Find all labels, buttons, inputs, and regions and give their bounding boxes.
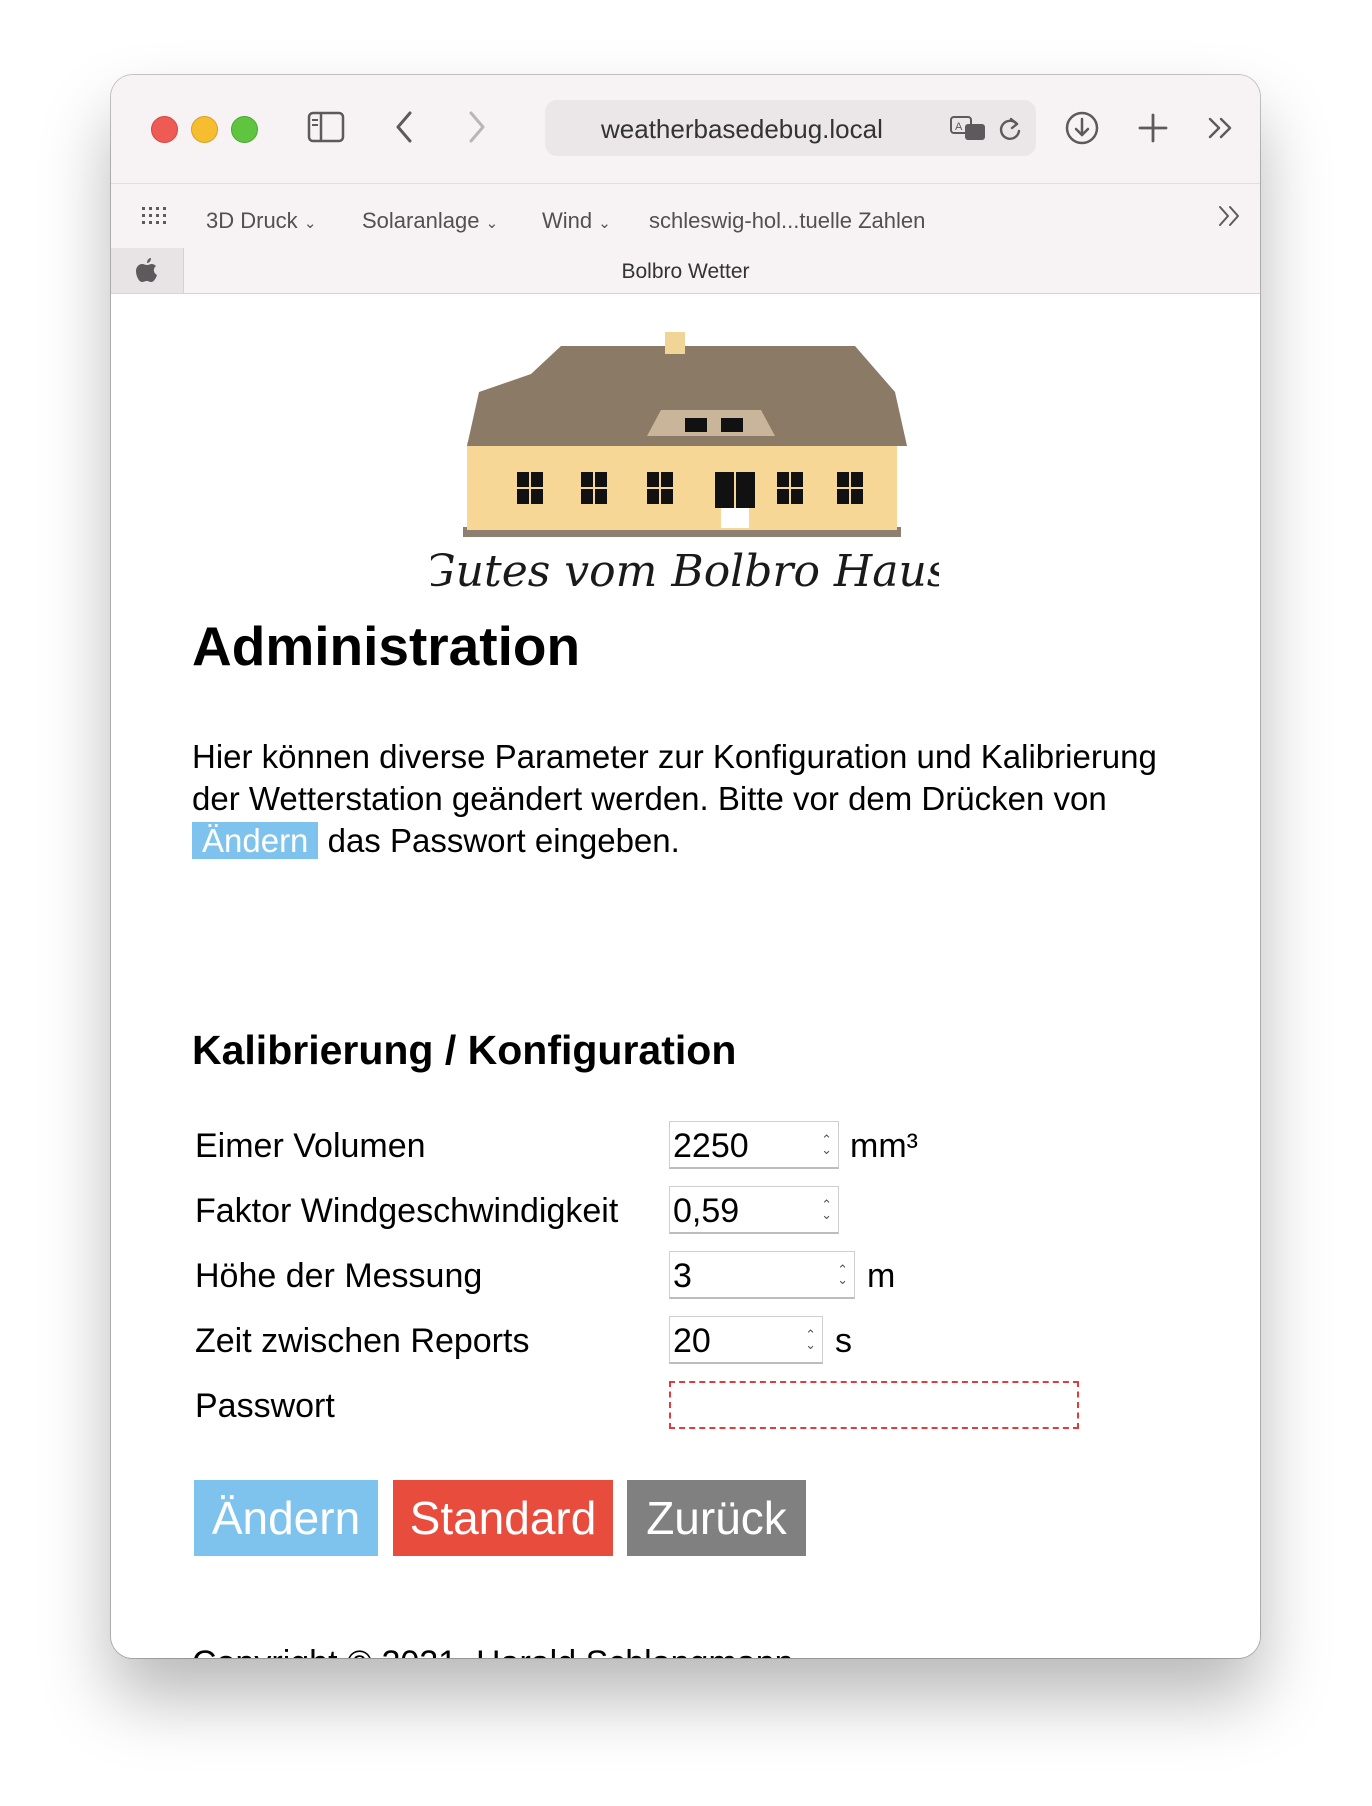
more-chevron-icon[interactable] bbox=[1207, 116, 1235, 140]
zuruck-button[interactable]: Zurück bbox=[627, 1480, 806, 1556]
favorite-schleswig-holstein[interactable]: schleswig-hol...tuelle Zahlen bbox=[649, 208, 925, 234]
url-text[interactable]: weatherbasedebug.local bbox=[601, 114, 883, 145]
translate-icon[interactable]: A bbox=[950, 116, 988, 142]
stepper-icon[interactable]: ⌃ ⌄ bbox=[821, 1198, 832, 1221]
tab-title[interactable]: Bolbro Wetter bbox=[111, 260, 1260, 284]
back-icon[interactable] bbox=[394, 110, 414, 144]
unit-label: s bbox=[835, 1322, 852, 1360]
favorite-3d-druck[interactable]: 3D Druck ⌄ bbox=[206, 208, 316, 234]
svg-text:A: A bbox=[955, 121, 963, 133]
page-content: Gutes vom Bolbro Haus Administration Hie… bbox=[111, 294, 1260, 1658]
browser-toolbar: weatherbasedebug.local A 3D Druck ⌄ Sola… bbox=[111, 75, 1260, 294]
logo-text: Gutes vom Bolbro Haus bbox=[431, 546, 939, 597]
field-label: Zeit zwischen Reports bbox=[195, 1322, 530, 1360]
unit-label: mm³ bbox=[850, 1127, 918, 1165]
unit-label: m bbox=[867, 1257, 896, 1295]
stepper-icon[interactable]: ⌃ ⌄ bbox=[821, 1133, 832, 1156]
field-label: Faktor Windgeschwindigkeit bbox=[195, 1192, 619, 1230]
reload-icon[interactable] bbox=[997, 115, 1023, 143]
chevron-down-icon: ⌄ bbox=[598, 215, 611, 232]
favorites-bar: 3D Druck ⌄ Solaranlage ⌄ Wind ⌄ schleswi… bbox=[111, 183, 1260, 242]
minimize-window-button[interactable] bbox=[191, 116, 218, 143]
zoom-window-button[interactable] bbox=[231, 116, 258, 143]
standard-button[interactable]: Standard bbox=[393, 1480, 613, 1556]
intro-text: Hier können diverse Parameter zur Konfig… bbox=[192, 738, 1157, 859]
favorite-wind[interactable]: Wind ⌄ bbox=[542, 208, 611, 234]
more-favorites-icon[interactable] bbox=[1218, 205, 1242, 227]
hoehe-messung-input[interactable]: 3 ⌃ ⌄ bbox=[669, 1251, 855, 1299]
tab-bar: Bolbro Wetter bbox=[111, 248, 1260, 293]
eimer-volumen-input[interactable]: 2250 ⌃ ⌄ bbox=[669, 1121, 839, 1169]
field-label: Passwort bbox=[195, 1387, 335, 1425]
andern-button[interactable]: Ändern bbox=[194, 1480, 378, 1556]
copyright: Copyright © 2021, Harald Schlangmann bbox=[192, 1644, 794, 1658]
password-input[interactable] bbox=[669, 1381, 1079, 1429]
browser-window: weatherbasedebug.local A 3D Druck ⌄ Sola… bbox=[111, 75, 1260, 1658]
faktor-wind-input[interactable]: 0,59 ⌃ ⌄ bbox=[669, 1186, 839, 1234]
favorite-solaranlage[interactable]: Solaranlage ⌄ bbox=[362, 208, 498, 234]
sidebar-icon[interactable] bbox=[307, 111, 345, 143]
grid-icon[interactable] bbox=[142, 207, 168, 227]
field-label: Höhe der Messung bbox=[195, 1257, 483, 1295]
new-tab-icon[interactable] bbox=[1137, 112, 1169, 144]
bolbro-haus-logo: Gutes vom Bolbro Haus bbox=[431, 332, 939, 597]
close-window-button[interactable] bbox=[151, 116, 178, 143]
address-bar[interactable]: weatherbasedebug.local A bbox=[545, 100, 1036, 156]
forward-icon[interactable] bbox=[467, 110, 487, 144]
section-title: Kalibrierung / Konfiguration bbox=[192, 1027, 737, 1073]
field-label: Eimer Volumen bbox=[195, 1127, 426, 1165]
zeit-reports-input[interactable]: 20 ⌃ ⌄ bbox=[669, 1316, 823, 1364]
stepper-icon[interactable]: ⌃ ⌄ bbox=[805, 1328, 816, 1351]
downloads-icon[interactable] bbox=[1064, 110, 1100, 146]
intro-highlight-andern: Ändern bbox=[192, 822, 319, 859]
stepper-icon[interactable]: ⌃ ⌄ bbox=[837, 1263, 848, 1286]
chevron-down-icon: ⌄ bbox=[485, 215, 499, 232]
page-title: Administration bbox=[192, 615, 581, 677]
chevron-down-icon: ⌄ bbox=[303, 215, 317, 232]
